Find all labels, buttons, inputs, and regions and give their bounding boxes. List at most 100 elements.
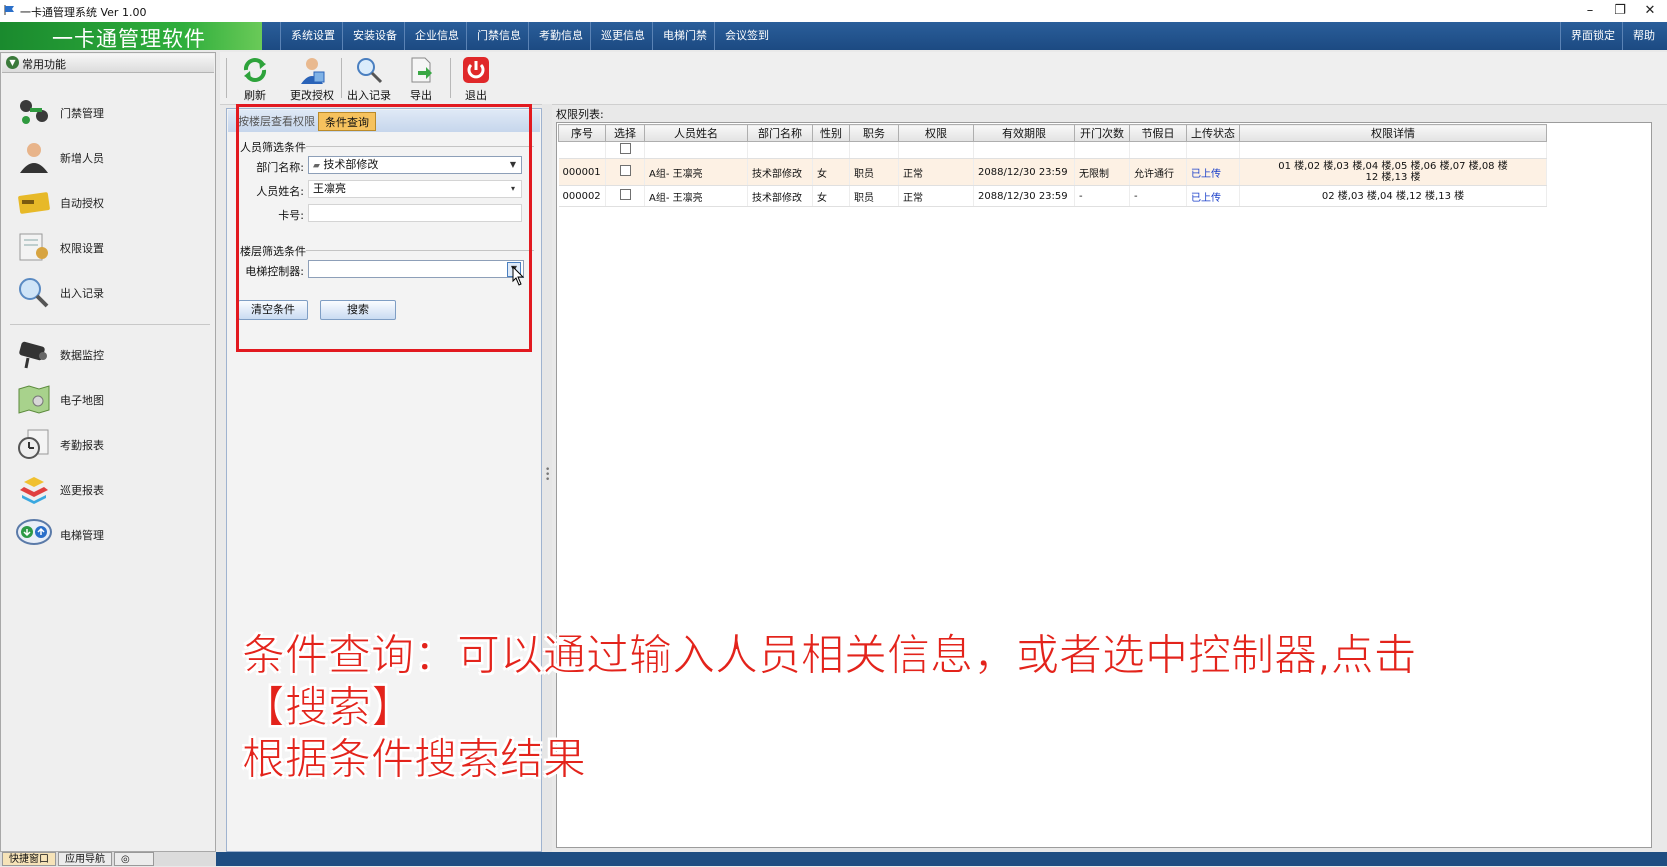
filter-row [558,141,1547,159]
menu-meeting-signin[interactable]: 会议签到 [714,22,779,50]
sidebar-item-elevator-management[interactable]: 电梯管理 [10,514,210,554]
filter-cell [1186,141,1240,159]
col-header[interactable]: 部门名称 [747,124,813,142]
change-authorization-button[interactable]: 更改授权 [285,54,339,102]
col-header[interactable]: 开门次数 [1074,124,1130,142]
col-header[interactable]: 职务 [849,124,899,142]
grip-icon: • • • [545,465,551,485]
user-auth-icon [301,58,325,84]
sidebar-header-label: 常用功能 [22,58,66,71]
access-control-icon [20,100,48,124]
close-button[interactable]: ✕ [1636,2,1664,20]
refresh-icon [243,58,267,82]
col-header[interactable]: 有效期限 [973,124,1075,142]
menu-help[interactable]: 帮助 [1622,22,1665,50]
cell-upload-status: 已上传 [1186,185,1240,207]
camera-icon [19,341,47,369]
menu-company-info[interactable]: 企业信息 [404,22,469,50]
sidebar-item-permission-settings[interactable]: 权限设置 [10,227,210,267]
minimize-button[interactable]: – [1576,2,1604,20]
sidebar-item-label: 新增人员 [60,152,104,165]
person-icon [20,143,48,173]
col-header[interactable]: 序号 [558,124,606,142]
power-icon [463,57,489,83]
col-header[interactable]: 性别 [812,124,850,142]
sidebar-item-label: 电梯管理 [60,529,104,542]
permission-sheet-icon [19,233,48,261]
sidebar-item-access-records[interactable]: 出入记录 [10,272,210,312]
sidebar-header[interactable]: ▼ 常用功能 [2,54,214,73]
blocks-icon [20,477,48,504]
sidebar-item-label: 考勤报表 [60,439,104,452]
sidebar-item-label: 数据监控 [60,349,104,362]
col-header[interactable]: 权限 [898,124,974,142]
filter-cell [1239,141,1547,159]
sidebar-separator [10,324,210,325]
filter-cell [1074,141,1130,159]
permission-list-label: 权限列表: [556,108,604,121]
export-label: 导出 [410,89,432,102]
col-header[interactable]: 选择 [605,124,645,142]
sidebar-item-label: 门禁管理 [60,107,104,120]
menu-install-devices[interactable]: 安装设备 [342,22,407,50]
menu-lock-ui[interactable]: 界面锁定 [1560,22,1625,50]
brand-title: 一卡通管理软件 [52,27,206,51]
tab-quick-window[interactable]: 快捷窗口 [2,852,56,866]
cell-permission: 正常 [898,158,974,186]
col-header[interactable]: 人员姓名 [644,124,748,142]
menu-access-info[interactable]: 门禁信息 [466,22,531,50]
cell-no: 000001 [558,158,606,186]
sidebar-item-data-monitor[interactable]: 数据监控 [10,334,210,374]
sidebar-item-auto-authorize[interactable]: 自动授权 [10,182,210,222]
sidebar-item-label: 电子地图 [60,394,104,407]
cell-gender: 女 [812,185,850,207]
export-button[interactable]: 导出 [394,54,448,102]
menu-elevator-access[interactable]: 电梯门禁 [652,22,717,50]
cell-title: 职员 [849,185,899,207]
access-records-label: 出入记录 [347,89,391,102]
select-all-checkbox[interactable] [619,143,631,154]
detail-line: 12 楼,13 楼 [1365,172,1421,183]
brand-banner: 一卡通管理软件 [0,22,262,51]
row-checkbox[interactable] [619,189,631,200]
highlight-box [236,104,532,352]
col-header[interactable]: 权限详情 [1239,124,1547,142]
cell-select [605,158,645,186]
filter-cell [747,141,813,159]
sidebar-item-access-control[interactable]: 门禁管理 [10,92,210,132]
title-bar: 一卡通管理系统 Ver 1.00 – ❐ ✕ [0,0,1667,23]
tab-extra[interactable]: ◎ [114,852,154,866]
tab-app-navigation[interactable]: 应用导航 [58,852,112,866]
sidebar-item-patrol-report[interactable]: 巡更报表 [10,469,210,509]
table-row[interactable]: 000002 A组- 王凛亮 技术部修改 女 职员 正常 2088/12/30 … [558,185,1547,207]
permission-table: 序号 选择 人员姓名 部门名称 性别 职务 权限 有效期限 开门次数 节假日 上… [558,124,1547,207]
sidebar-item-e-map[interactable]: 电子地图 [10,379,210,419]
menu-system-settings[interactable]: 系统设置 [280,22,345,50]
caption-line: 根据条件搜索结果 [242,735,587,786]
restore-button[interactable]: ❐ [1606,2,1634,20]
app-flag-icon [4,5,14,15]
cell-name: A组- 王凛亮 [644,185,748,207]
row-checkbox[interactable] [619,165,631,176]
refresh-button[interactable]: 刷新 [228,54,282,102]
menu-attendance-info[interactable]: 考勤信息 [528,22,593,50]
caption-line: 条件查询：可以通过输入人员相关信息，或者选中控制器,点击【搜索】 [242,631,1418,734]
cell-name: A组- 王凛亮 [644,158,748,186]
sidebar-item-add-person[interactable]: 新增人员 [10,137,210,177]
col-header[interactable]: 上传状态 [1186,124,1240,142]
exit-button[interactable]: 退出 [449,54,503,102]
filter-cell [1129,141,1187,159]
select-all-cell [605,141,645,159]
cell-permission: 正常 [898,185,974,207]
tutorial-caption: 条件查询：可以通过输入人员相关信息，或者选中控制器,点击【搜索】 根据条件搜索结… [242,630,1482,786]
detail-line: 02 楼,03 楼,04 楼,12 楼,13 楼 [1321,190,1465,202]
magnifier-icon [19,278,49,308]
sidebar-item-attendance-report[interactable]: 考勤报表 [10,424,210,464]
cell-dept: 技术部修改 [747,185,813,207]
access-records-button[interactable]: 出入记录 [342,54,396,102]
cell-permission-detail: 01 楼,02 楼,03 楼,04 楼,05 楼,06 楼,07 楼,08 楼1… [1239,158,1547,186]
menu-patrol-info[interactable]: 巡更信息 [590,22,655,50]
exit-label: 退出 [465,89,487,102]
col-header[interactable]: 节假日 [1129,124,1187,142]
table-row[interactable]: 000001 A组- 王凛亮 技术部修改 女 职员 正常 2088/12/30 … [558,158,1547,186]
